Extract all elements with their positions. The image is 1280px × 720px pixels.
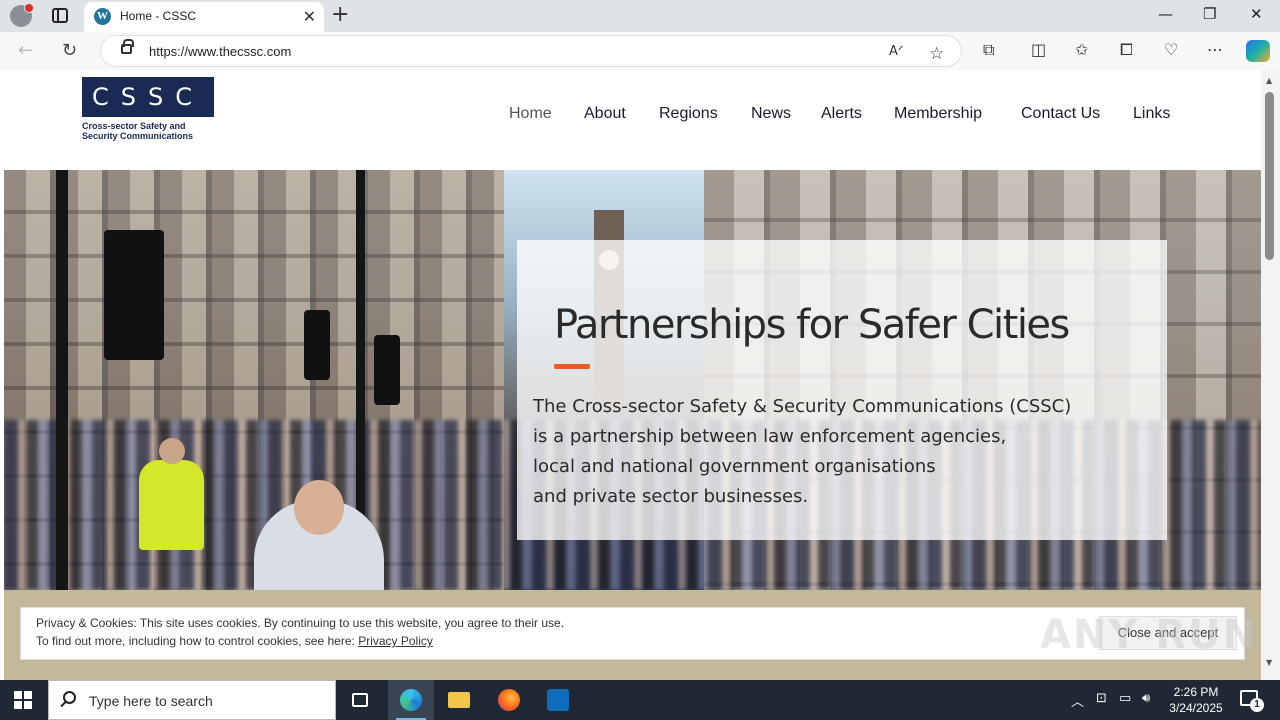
nav-contact-us[interactable]: Contact Us	[1021, 105, 1100, 123]
scrollbar-thumb[interactable]	[1265, 92, 1274, 260]
nav-alerts[interactable]: Alerts	[821, 105, 862, 123]
hero-heading: Partnerships for Safer Cities	[554, 302, 1070, 348]
extensions-icon[interactable]: ⧉	[983, 40, 994, 60]
back-icon[interactable]: ←	[18, 40, 33, 61]
hero-intro: The Cross-sector Safety & Security Commu…	[533, 392, 1133, 512]
nav-news[interactable]: News	[751, 105, 791, 123]
search-placeholder: Type here to search	[89, 693, 213, 709]
collections-icon[interactable]: ⧠	[1120, 40, 1133, 60]
tab-title: Home - CSSC	[120, 9, 197, 23]
hero-traffic-signal	[104, 230, 164, 360]
browser-tab-bar: W Home - CSSC ✕ + — ❐ ✕	[0, 0, 1280, 32]
profile-icon[interactable]	[10, 3, 34, 27]
wordpress-favicon-icon: W	[94, 8, 111, 25]
volume-icon[interactable]: 🔊︎	[1142, 691, 1150, 706]
task-view-icon[interactable]	[337, 680, 383, 720]
taskbar-clock[interactable]: 2:26 PM 3/24/2025	[1163, 684, 1229, 716]
nav-links[interactable]: Links	[1133, 105, 1170, 123]
hero-traffic-signal	[374, 335, 400, 405]
restore-button[interactable]: ❐	[1203, 5, 1216, 23]
web-page: CSSC Cross-sector Safety and Security Co…	[4, 70, 1261, 680]
hero-police-officer	[139, 438, 204, 550]
hero-banner: Partnerships for Safer Cities The Cross-…	[4, 170, 1261, 590]
nav-regions[interactable]: Regions	[659, 105, 718, 123]
hero-intro-line: local and national government organisati…	[533, 456, 936, 477]
hero-traffic-pole	[56, 170, 68, 590]
cookie-notice-prefix: To find out more, including how to contr…	[36, 634, 359, 648]
new-tab-button[interactable]: +	[331, 2, 349, 27]
firefox-taskbar-icon[interactable]	[486, 680, 532, 720]
cssc-logo[interactable]: CSSC Cross-sector Safety and Security Co…	[82, 77, 214, 145]
privacy-policy-link[interactable]: Privacy Policy	[358, 634, 433, 648]
nav-about[interactable]: About	[584, 105, 626, 123]
show-hidden-icons-icon[interactable]: ︿	[1071, 691, 1084, 710]
scroll-up-icon[interactable]: ▲	[1266, 76, 1272, 85]
address-bar[interactable]: https://www.thecssc.com Aᐟ ☆	[100, 35, 962, 67]
windows-taskbar: Type here to search ︿ ⊡ ▭ 🔊︎ 2:26 PM 3/2…	[0, 680, 1280, 720]
taskbar-search-box[interactable]: Type here to search	[48, 680, 336, 720]
more-options-icon[interactable]: ⋯	[1207, 40, 1223, 59]
url-text[interactable]: https://www.thecssc.com	[149, 44, 291, 59]
cookie-notice-text: Privacy & Cookies: This site uses cookie…	[36, 616, 565, 630]
heading-accent-bar	[554, 364, 590, 369]
logo-subtitle-line-1: Cross-sector Safety and	[82, 121, 186, 131]
search-icon	[63, 691, 76, 704]
clock-time: 2:26 PM	[1173, 685, 1219, 699]
meet-now-icon[interactable]: ⊡	[1096, 691, 1107, 706]
logo-subtitle: Cross-sector Safety and Security Communi…	[82, 117, 214, 141]
logo-letters: CSSC	[82, 77, 214, 117]
copilot-icon[interactable]	[1246, 40, 1270, 62]
scroll-down-icon[interactable]: ▼	[1266, 658, 1272, 667]
clock-date: 3/24/2025	[1169, 701, 1223, 715]
tab-actions-icon[interactable]	[52, 8, 68, 23]
favorite-star-icon[interactable]: ☆	[929, 44, 944, 64]
anyrun-watermark: ANY RUN	[1040, 612, 1259, 658]
read-aloud-icon[interactable]: Aᐟ	[889, 44, 903, 59]
page-scrollbar[interactable]: ▲ ▼	[1261, 70, 1280, 680]
browser-tab[interactable]: W Home - CSSC ✕	[84, 2, 324, 32]
nav-membership[interactable]: Membership	[894, 105, 982, 123]
hero-text-panel: Partnerships for Safer Cities The Cross-…	[517, 240, 1167, 540]
tab-close-button[interactable]: ✕	[303, 7, 316, 26]
notification-count: 1	[1250, 698, 1264, 712]
minimize-button[interactable]: —	[1158, 5, 1173, 23]
outlook-taskbar-icon[interactable]	[535, 680, 581, 720]
edge-taskbar-icon[interactable]	[388, 680, 434, 720]
lock-icon[interactable]	[121, 39, 134, 54]
hero-intro-line: is a partnership between law enforcement…	[533, 426, 1007, 447]
notification-center-icon[interactable]: 1	[1240, 690, 1264, 712]
file-explorer-taskbar-icon[interactable]	[436, 680, 482, 720]
close-window-button[interactable]: ✕	[1250, 5, 1263, 23]
network-icon[interactable]: ▭	[1119, 691, 1131, 706]
windows-start-icon[interactable]	[14, 691, 32, 709]
hero-traffic-signal	[304, 310, 330, 380]
split-screen-icon[interactable]: ◫	[1031, 40, 1046, 59]
cookie-notice-more: To find out more, including how to contr…	[36, 634, 433, 648]
browser-essentials-icon[interactable]: ♡	[1164, 40, 1178, 59]
favorites-icon[interactable]: ✩	[1075, 40, 1088, 59]
hero-intro-line: The Cross-sector Safety & Security Commu…	[533, 396, 1072, 417]
hero-intro-line: and private sector businesses.	[533, 486, 809, 507]
logo-subtitle-line-2: Security Communications	[82, 131, 194, 141]
nav-home[interactable]: Home	[509, 105, 552, 123]
refresh-icon[interactable]: ↻	[62, 40, 77, 61]
